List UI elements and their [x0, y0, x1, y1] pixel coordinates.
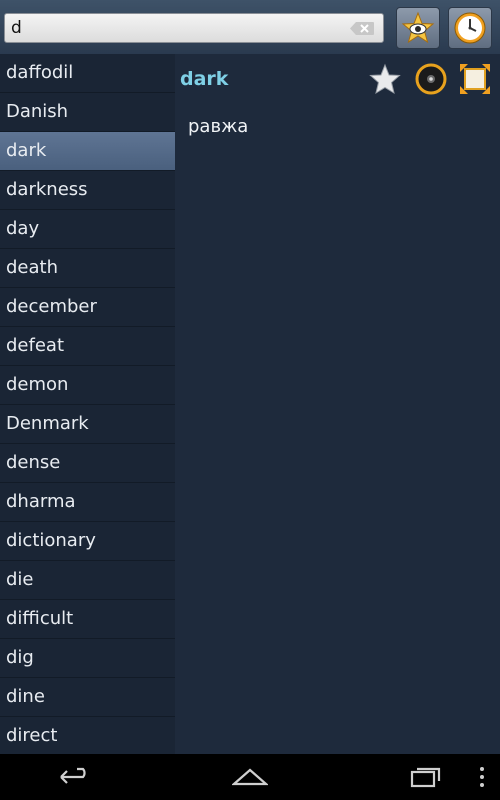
- word-list-item[interactable]: demon: [0, 366, 175, 405]
- home-icon[interactable]: [232, 764, 268, 790]
- word-list-item[interactable]: death: [0, 249, 175, 288]
- word-list-item[interactable]: defeat: [0, 327, 175, 366]
- clock-icon: [454, 12, 486, 44]
- clear-search-icon[interactable]: [349, 21, 375, 36]
- star-eye-icon: [401, 11, 435, 44]
- search-input[interactable]: [11, 16, 341, 40]
- word-list-item[interactable]: daffodil: [0, 54, 175, 93]
- word-list-item[interactable]: darkness: [0, 171, 175, 210]
- back-icon[interactable]: [57, 764, 93, 790]
- word-list-item[interactable]: Denmark: [0, 405, 175, 444]
- system-nav-bar: [0, 754, 500, 800]
- recent-apps-icon[interactable]: [408, 764, 444, 790]
- word-list-item[interactable]: Danish: [0, 93, 175, 132]
- detail-pane: dark равжа: [175, 54, 500, 754]
- star-icon[interactable]: [368, 62, 402, 96]
- word-list-item[interactable]: difficult: [0, 600, 175, 639]
- word-list-item[interactable]: dig: [0, 639, 175, 678]
- translation-text: равжа: [188, 116, 249, 137]
- word-list-item[interactable]: dark: [0, 132, 175, 171]
- history-button[interactable]: [448, 7, 492, 49]
- word-list-item[interactable]: dharma: [0, 483, 175, 522]
- word-list-item[interactable]: dictionary: [0, 522, 175, 561]
- favorites-view-button[interactable]: [396, 7, 440, 49]
- word-list-item[interactable]: dense: [0, 444, 175, 483]
- word-list-item[interactable]: die: [0, 561, 175, 600]
- top-bar: [0, 0, 500, 55]
- word-list-item[interactable]: december: [0, 288, 175, 327]
- dictionary-app: daffodilDanishdarkdarknessdaydeathdecemb…: [0, 0, 500, 800]
- overflow-menu-icon[interactable]: [476, 764, 488, 790]
- word-list[interactable]: daffodil Danish dark darkness day death decemb…: [0, 54, 175, 754]
- word-list-item[interactable]: day: [0, 210, 175, 249]
- search-box[interactable]: [4, 13, 384, 43]
- word-list-item[interactable]: direct: [0, 717, 175, 754]
- word-list-item[interactable]: dine: [0, 678, 175, 717]
- speaker-icon[interactable]: [414, 62, 448, 96]
- fullscreen-icon[interactable]: [458, 62, 492, 96]
- headword: dark: [180, 68, 229, 90]
